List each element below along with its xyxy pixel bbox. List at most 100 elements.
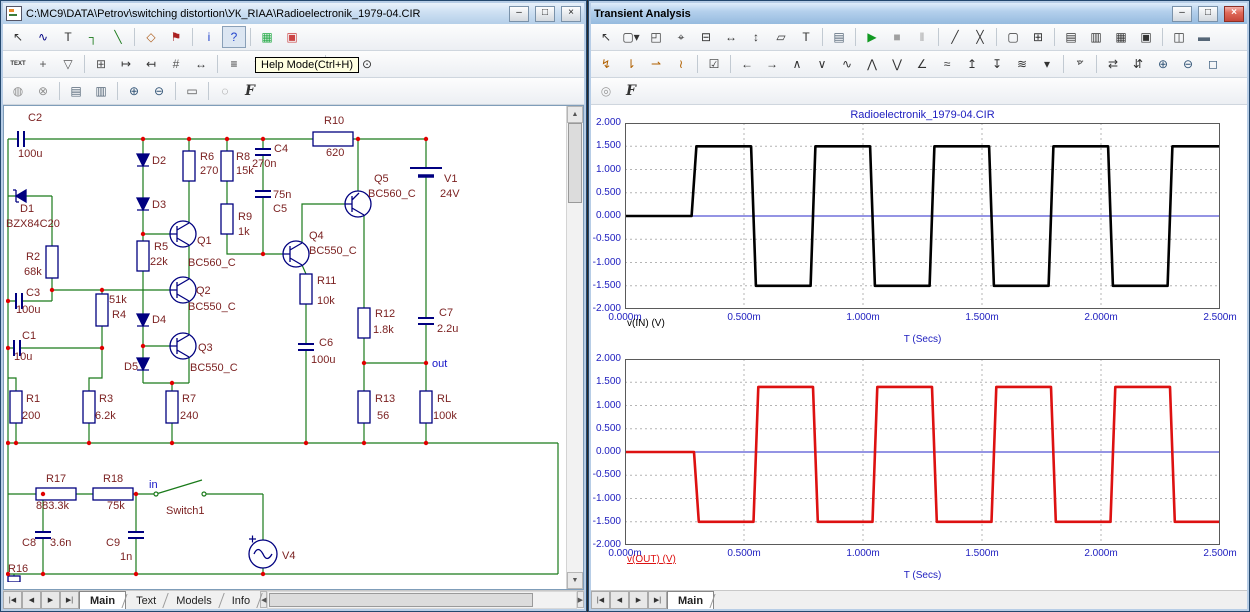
schematic-label-out[interactable]: out xyxy=(432,358,447,370)
tab-nav-button-0[interactable]: |◀ xyxy=(3,591,22,609)
width-icon[interactable]: ↔ xyxy=(189,53,213,75)
pin-tool[interactable]: + xyxy=(31,53,55,75)
text-stamp[interactable]: TEXT xyxy=(6,53,30,75)
flag-tool[interactable]: ⚑ xyxy=(164,26,188,48)
schematic-label-Q2[interactable]: Q2 xyxy=(196,285,211,297)
schematic-label-BC550_C[interactable]: BC550_C xyxy=(190,362,238,374)
schematic-label-R18[interactable]: R18 xyxy=(103,473,123,485)
pause-button[interactable]: ‖ xyxy=(910,26,934,48)
schematic-label-75k[interactable]: 75k xyxy=(107,500,125,512)
minimize-button[interactable]: – xyxy=(1172,6,1192,22)
graphics-tool[interactable]: ◇ xyxy=(139,26,163,48)
schematic-label-R11[interactable]: R11 xyxy=(317,275,336,287)
schematic-label-C1[interactable]: C1 xyxy=(22,330,36,342)
schematic-label-BC550_C[interactable]: BC550_C xyxy=(309,245,357,257)
schematic-label-56[interactable]: 56 xyxy=(377,410,389,422)
schematic-label-51k[interactable]: 51k xyxy=(109,294,127,306)
schematic-label-R16[interactable]: R16 xyxy=(8,563,28,575)
data-points-icon[interactable]: ◫ xyxy=(1167,26,1191,48)
polygon-tool[interactable]: ▱ xyxy=(769,26,793,48)
schematic-label-2.2u[interactable]: 2.2u xyxy=(437,323,458,335)
schematic-label-1.8k[interactable]: 1.8k xyxy=(373,324,394,336)
stop-button[interactable]: ■ xyxy=(885,26,909,48)
schematic-label-BZX84C20[interactable]: BZX84C20 xyxy=(6,218,60,230)
schematic-label-C4[interactable]: C4 xyxy=(274,143,288,155)
three-panel-icon[interactable]: ▦ xyxy=(1109,26,1133,48)
wave-icon[interactable]: ∿ xyxy=(835,53,859,75)
schematic-label-V1[interactable]: V1 xyxy=(444,173,457,185)
sources[interactable] xyxy=(249,168,442,568)
probe-node-icon[interactable]: ⇂ xyxy=(619,53,643,75)
zoom-in-button[interactable]: ⊕ xyxy=(1151,53,1175,75)
tab-nav-button-2[interactable]: ▶ xyxy=(629,591,648,609)
schematic-label-R2[interactable]: R2 xyxy=(26,251,40,263)
tab-nav-button-1[interactable]: ◀ xyxy=(610,591,629,609)
zoom-out-button[interactable]: ⊖ xyxy=(147,80,171,102)
info-tool[interactable]: i xyxy=(197,26,221,48)
line-tool[interactable]: ╱ xyxy=(943,26,967,48)
grid-button[interactable]: ⊞ xyxy=(1026,26,1050,48)
maximize-button[interactable]: □ xyxy=(535,6,555,22)
scroll-right-button[interactable]: ▶ xyxy=(577,591,584,608)
schematic-label-V4[interactable]: V4 xyxy=(282,550,295,562)
font-button[interactable]: F xyxy=(619,80,643,102)
low-icon[interactable]: ⋁ xyxy=(885,53,909,75)
node-numbers-icon[interactable]: # xyxy=(164,53,188,75)
copy-page-icon[interactable]: ▤ xyxy=(64,80,88,102)
schematic-label-240[interactable]: 240 xyxy=(180,410,198,422)
schematic-label-C6[interactable]: C6 xyxy=(319,337,333,349)
peak-icon[interactable]: ∧ xyxy=(785,53,809,75)
tab-text[interactable]: Text xyxy=(126,591,166,609)
schematic-label-100u[interactable]: 100u xyxy=(18,148,42,160)
select-tool[interactable]: ↖ xyxy=(594,26,618,48)
slope-icon[interactable]: ∠ xyxy=(910,53,934,75)
tag-point-mode[interactable]: ⊟ xyxy=(694,26,718,48)
schematic-label-BC560_C[interactable]: BC560_C xyxy=(368,188,416,200)
schematic-label-Q4[interactable]: Q4 xyxy=(309,230,324,242)
schematic-label-D1[interactable]: D1 xyxy=(20,203,34,215)
left-titlebar[interactable]: C:\MC9\DATA\Petrov\switching distortion\… xyxy=(3,3,584,24)
schematic-label-R6[interactable]: R6 xyxy=(200,151,214,163)
close-button[interactable]: × xyxy=(561,6,581,22)
o-icon[interactable]: ◌ xyxy=(213,80,237,102)
back-icon[interactable]: ↤ xyxy=(139,53,163,75)
schematic-label-C2[interactable]: C2 xyxy=(28,112,42,124)
schematic-label-68k[interactable]: 68k xyxy=(24,266,42,278)
schematic-label-R17[interactable]: R17 xyxy=(46,473,66,485)
schematic-label-Q5[interactable]: Q5 xyxy=(374,173,389,185)
marker-tool[interactable]: ╳ xyxy=(968,26,992,48)
schematic-label-R8[interactable]: R8 xyxy=(236,151,250,163)
help-circle-icon[interactable]: ◍ xyxy=(6,80,30,102)
schematic-label-D5[interactable]: D5 xyxy=(124,361,138,373)
schematic-label-620[interactable]: 620 xyxy=(326,147,344,159)
inflection-icon[interactable]: ≈ xyxy=(935,53,959,75)
schematic-label-RL[interactable]: RL xyxy=(437,393,451,405)
hscroll-thumb[interactable] xyxy=(269,593,532,607)
maximize-button[interactable]: □ xyxy=(1198,6,1218,22)
schematic-label-R4[interactable]: R4 xyxy=(112,309,126,321)
panel-checkbox-icon[interactable]: ☑ xyxy=(702,53,726,75)
schematic-label-100k[interactable]: 100k xyxy=(433,410,457,422)
font-button[interactable]: F xyxy=(238,80,262,102)
text-tool[interactable]: T xyxy=(56,26,80,48)
schematic-label-1n[interactable]: 1n xyxy=(120,551,132,563)
scroll-up-button[interactable]: ▲ xyxy=(567,106,583,123)
one-panel-icon[interactable]: ▤ xyxy=(1059,26,1083,48)
schematic-label-BC560_C[interactable]: BC560_C xyxy=(188,257,236,269)
schematic-label-C3[interactable]: C3 xyxy=(26,287,40,299)
schematic-label-270n[interactable]: 270n xyxy=(252,158,276,170)
schematic-vscrollbar[interactable]: ▲ ▼ xyxy=(566,106,583,589)
schematic-label-1k[interactable]: 1k xyxy=(238,226,250,238)
schematic-label-100u[interactable]: 100u xyxy=(16,304,40,316)
properties-button[interactable]: ▤ xyxy=(827,26,851,48)
hscroll-track[interactable] xyxy=(267,591,576,609)
schematic-label-270[interactable]: 270 xyxy=(200,165,218,177)
schematic-label-R9[interactable]: R9 xyxy=(238,211,252,223)
schematic-label-C5[interactable]: C5 xyxy=(273,203,287,215)
probe-voltage-icon[interactable]: ↯ xyxy=(594,53,618,75)
marker-tool[interactable]: ▽ xyxy=(56,53,80,75)
tag-y-icon[interactable]: ⇵ xyxy=(1126,53,1150,75)
schematic-label-D3[interactable]: D3 xyxy=(152,199,166,211)
tab-nav-button-3[interactable]: ▶| xyxy=(60,591,79,609)
cursor-left-icon[interactable]: ← xyxy=(735,53,759,75)
